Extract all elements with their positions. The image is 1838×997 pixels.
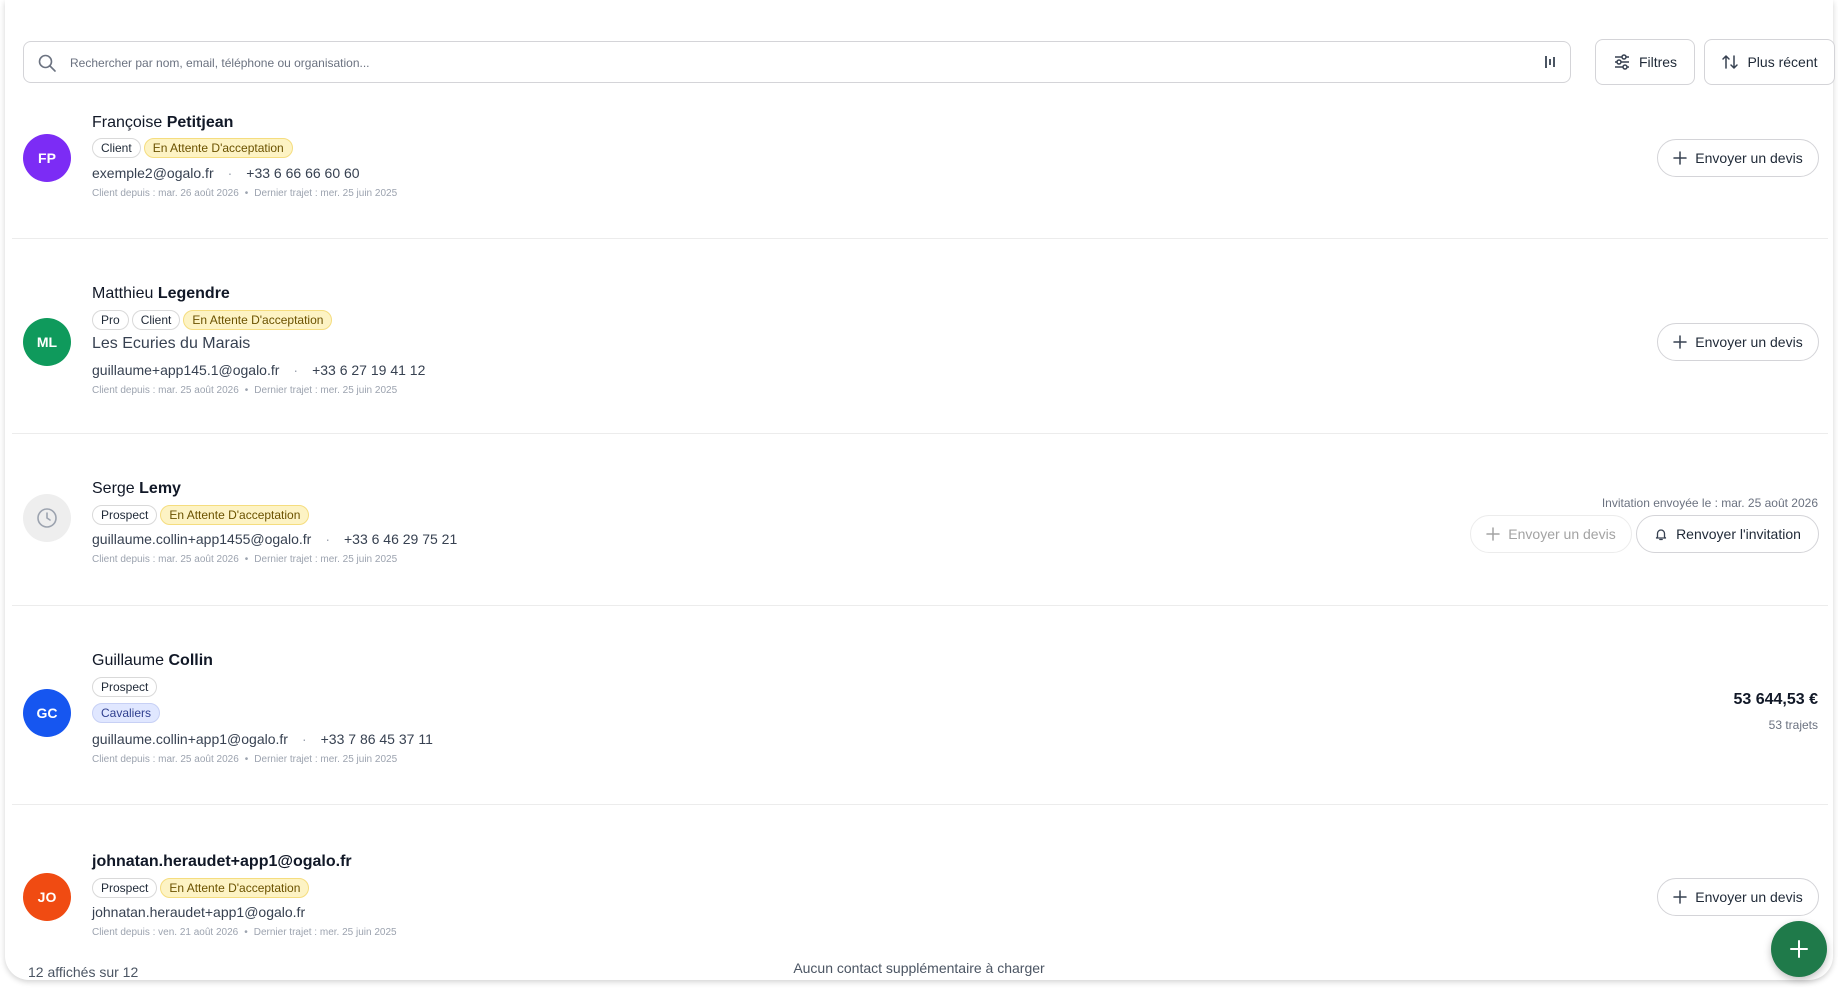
- invitation-sent-note: Invitation envoyée le : mar. 25 août 202…: [1601, 496, 1818, 510]
- contact-meta: Client depuis : mar. 26 août 2026 • Dernie…: [92, 188, 398, 199]
- contact-name: Matthieu Legendre: [92, 285, 230, 302]
- email: guillaume+app145.1@ogalo.fr: [92, 362, 280, 378]
- contact-row[interactable]: Serge Lemy Prospect En Attente D'accepta…: [12, 434, 1828, 605]
- sliders-icon: [1614, 54, 1629, 70]
- tag-list: Prospect En Attente D'acceptation: [92, 878, 310, 898]
- plus-icon: [1673, 335, 1688, 349]
- phone: +33 6 46 29 75 21: [343, 531, 458, 547]
- tag-pending: En Attente D'acceptation: [160, 505, 310, 525]
- email: johnatan.heraudet+app1@ogalo.fr: [92, 904, 306, 920]
- send-quote-label: Envoyer un devis: [1695, 889, 1803, 905]
- tag-prospect: Prospect: [92, 878, 158, 898]
- load-more-status: Aucun contact supplémentaire à charger: [793, 960, 1045, 976]
- client-since: Client depuis : mar. 25 août 2026: [92, 754, 239, 765]
- last-trip: Dernier trajet : mer. 25 juin 2025: [254, 385, 398, 396]
- last-trip: Dernier trajet : mer. 25 juin 2025: [254, 554, 398, 565]
- filters-button[interactable]: Filtres: [1595, 39, 1695, 85]
- avatar: GC: [23, 689, 71, 737]
- client-since: Client depuis : mar. 25 août 2026: [92, 385, 239, 396]
- tag-list: Client En Attente D'acceptation: [92, 138, 293, 158]
- tag-list: Prospect: [92, 677, 158, 697]
- search-icon: [38, 54, 56, 72]
- phone: +33 7 86 45 37 11: [320, 731, 433, 747]
- add-contact-button[interactable]: [1771, 921, 1827, 977]
- phone: +33 6 66 66 60 60: [246, 165, 360, 181]
- resend-invitation-label: Renvoyer l'invitation: [1676, 526, 1801, 542]
- tag-pending: En Attente D'acceptation: [143, 138, 293, 158]
- tag-pro: Pro: [92, 310, 129, 330]
- contact-row[interactable]: FP Françoise Petitjean Client En Attente…: [12, 100, 1828, 238]
- filters-label: Filtres: [1638, 54, 1678, 70]
- contact-row[interactable]: JO johnatan.heraudet+app1@ogalo.fr Prosp…: [12, 805, 1828, 955]
- contact-name: Françoise Petitjean: [92, 114, 234, 131]
- send-quote-label: Envoyer un devis: [1508, 526, 1616, 542]
- avatar: JO: [23, 873, 71, 921]
- tag-list: Prospect En Attente D'acceptation: [92, 505, 310, 525]
- plus-icon: [1790, 940, 1808, 958]
- send-quote-button[interactable]: Envoyer un devis: [1657, 139, 1819, 177]
- client-since: Client depuis : ven. 21 août 2026: [92, 927, 239, 938]
- send-quote-button[interactable]: Envoyer un devis: [1657, 323, 1819, 361]
- contact-details: guillaume.collin+app1@ogalo.fr · +33 7 86 …: [92, 731, 433, 747]
- avatar: FP: [23, 134, 71, 182]
- phone: +33 6 27 19 41 12: [312, 362, 426, 378]
- plus-icon: [1486, 527, 1501, 541]
- tag-list: Pro Client En Attente D'acceptation: [92, 310, 333, 330]
- trip-count: 53 trajets: [1768, 718, 1818, 732]
- avatar: ML: [23, 318, 71, 366]
- contact-name: johnatan.heraudet+app1@ogalo.fr: [92, 853, 352, 870]
- client-since: Client depuis : mar. 25 août 2026: [92, 554, 239, 565]
- tag-prospect: Prospect: [92, 505, 158, 525]
- email: guillaume.collin+app1455@ogalo.fr: [92, 531, 312, 547]
- search-bar[interactable]: [23, 41, 1571, 83]
- last-trip: Dernier trajet : mer. 25 juin 2025: [253, 927, 397, 938]
- group-tag-list: Cavaliers: [92, 703, 161, 723]
- contact-meta: Client depuis : ven. 21 août 2026 • Dernie…: [92, 927, 397, 938]
- contact-name: Serge Lemy: [92, 480, 181, 497]
- contact-meta: Client depuis : mar. 25 août 2026 • Dernie…: [92, 554, 398, 565]
- resend-invitation-button[interactable]: Renvoyer l'invitation: [1636, 515, 1819, 553]
- bell-icon: [1655, 529, 1667, 541]
- voice-search-icon[interactable]: [1544, 54, 1558, 70]
- tag-prospect: Prospect: [92, 677, 158, 697]
- sort-button[interactable]: Plus récent: [1704, 39, 1835, 85]
- sort-label: Plus récent: [1747, 54, 1818, 70]
- search-input[interactable]: [68, 50, 1512, 76]
- send-quote-label: Envoyer un devis: [1695, 334, 1803, 350]
- send-quote-button[interactable]: Envoyer un devis: [1657, 878, 1819, 916]
- contact-name: Guillaume Collin: [92, 652, 213, 669]
- total-amount: 53 644,53 €: [1733, 691, 1818, 708]
- send-quote-button[interactable]: Envoyer un devis: [1470, 515, 1632, 553]
- plus-icon: [1673, 151, 1688, 165]
- organization: Les Ecuries du Marais: [92, 335, 251, 352]
- sort-arrows-icon: [1722, 55, 1739, 69]
- last-trip: Dernier trajet : mer. 25 juin 2025: [254, 754, 398, 765]
- contact-details: exemple2@ogalo.fr · +33 6 66 66 60 60: [92, 165, 360, 181]
- contact-row[interactable]: GC Guillaume Collin Prospect Cavaliers g…: [12, 606, 1828, 804]
- contact-meta: Client depuis : mar. 25 août 2026 • Dernie…: [92, 385, 398, 396]
- clock-icon: [37, 508, 57, 528]
- plus-icon: [1673, 890, 1688, 904]
- tag-client: Client: [131, 310, 181, 330]
- tag-client: Client: [92, 138, 141, 158]
- send-quote-label: Envoyer un devis: [1695, 150, 1803, 166]
- contact-row[interactable]: ML Matthieu Legendre Pro Client En Atten…: [12, 239, 1828, 433]
- client-since: Client depuis : mar. 26 août 2026: [92, 188, 239, 199]
- avatar: [23, 494, 71, 542]
- email: guillaume.collin+app1@ogalo.fr: [92, 731, 288, 747]
- contact-details: johnatan.heraudet+app1@ogalo.fr: [92, 904, 305, 920]
- contact-details: guillaume+app145.1@ogalo.fr · +33 6 27 19 …: [92, 362, 426, 378]
- contact-meta: Client depuis : mar. 25 août 2026 • Dernie…: [92, 754, 398, 765]
- tag-group: Cavaliers: [92, 703, 161, 723]
- tag-pending: En Attente D'acceptation: [183, 310, 333, 330]
- last-trip: Dernier trajet : mer. 25 juin 2025: [254, 188, 398, 199]
- email: exemple2@ogalo.fr: [92, 165, 214, 181]
- tag-pending: En Attente D'acceptation: [160, 878, 310, 898]
- contact-details: guillaume.collin+app1455@ogalo.fr · +33 6 …: [92, 531, 458, 547]
